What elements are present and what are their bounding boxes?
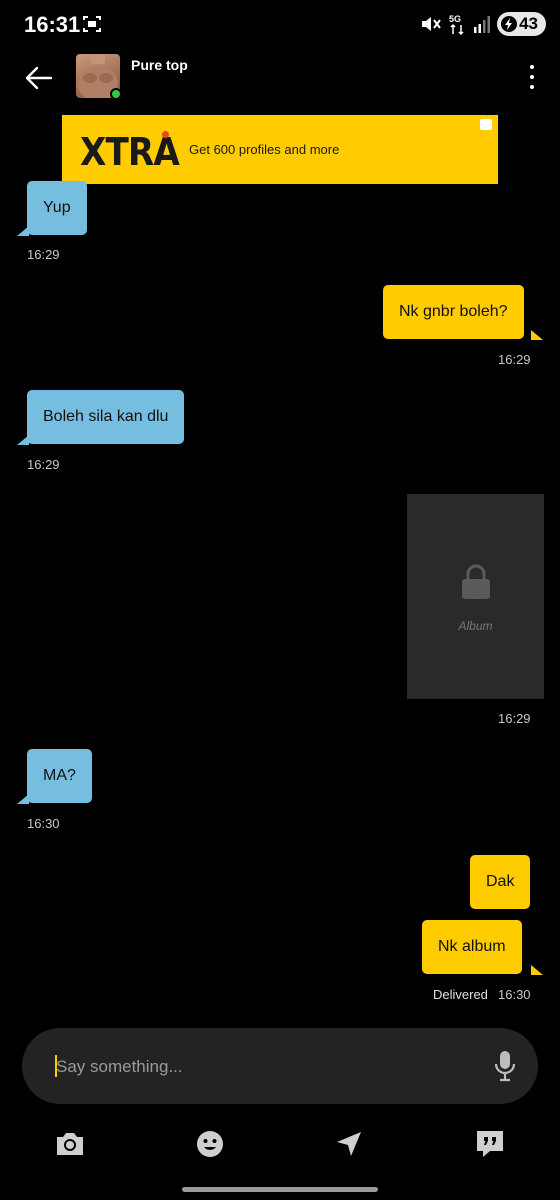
bubble-tail xyxy=(17,226,29,236)
svg-text:5G: 5G xyxy=(449,14,461,24)
saved-phrases-icon[interactable] xyxy=(473,1127,507,1161)
emoji-icon[interactable] xyxy=(193,1127,227,1161)
xtra-ad-banner[interactable]: XTRA Get 600 profiles and more xyxy=(62,115,498,184)
album-label: Album xyxy=(458,619,493,633)
ad-text: Get 600 profiles and more xyxy=(189,142,340,157)
message-text: Boleh sila kan dlu xyxy=(43,408,169,425)
message-timestamp: 16:30 xyxy=(498,987,531,1002)
message-timestamp: 16:29 xyxy=(27,457,60,472)
message-timestamp: 16:29 xyxy=(27,247,60,262)
message-bubble-incoming[interactable]: MA? xyxy=(27,749,92,803)
online-indicator xyxy=(110,88,122,100)
status-icons: 5G 43 xyxy=(420,12,546,36)
delivery-status: Delivered xyxy=(433,987,488,1002)
camera-icon[interactable] xyxy=(53,1127,87,1161)
screen-capture-icon xyxy=(82,14,102,39)
status-bar: 16:31 5G 43 xyxy=(0,0,560,50)
message-timestamp: 16:29 xyxy=(498,352,531,367)
message-text: Yup xyxy=(43,199,71,216)
message-text: Nk album xyxy=(438,938,506,955)
bubble-tail xyxy=(531,965,543,975)
message-text: Dak xyxy=(486,873,515,890)
message-input[interactable]: Say something... xyxy=(56,1057,183,1077)
locked-album[interactable]: Album xyxy=(407,494,544,699)
message-timestamp: 16:29 xyxy=(498,711,531,726)
signal-icon xyxy=(474,16,491,33)
message-bubble-incoming[interactable]: Yup xyxy=(27,181,87,235)
message-timestamp: 16:30 xyxy=(27,816,60,831)
back-button[interactable] xyxy=(22,62,54,94)
more-options-button[interactable] xyxy=(526,62,538,92)
mute-icon xyxy=(422,17,441,31)
message-bubble-outgoing[interactable]: Dak xyxy=(470,855,531,909)
network-5g-icon: 5G xyxy=(449,14,464,35)
location-icon[interactable] xyxy=(332,1127,366,1161)
battery-indicator: 43 xyxy=(497,12,546,36)
status-time: 16:31 xyxy=(24,12,81,37)
bubble-tail xyxy=(17,794,29,804)
navigation-handle[interactable] xyxy=(182,1187,378,1192)
message-text: MA? xyxy=(43,767,76,784)
more-vert-icon xyxy=(530,65,534,69)
logo-dot xyxy=(162,131,169,138)
back-arrow-icon xyxy=(25,66,53,90)
chat-header: Pure top xyxy=(0,52,560,104)
message-bubble-outgoing[interactable]: Nk album xyxy=(422,920,522,974)
charging-icon xyxy=(501,16,518,32)
battery-level: 43 xyxy=(519,14,538,33)
message-input-bar[interactable]: Say something... xyxy=(22,1028,538,1104)
message-bubble-incoming[interactable]: Boleh sila kan dlu xyxy=(27,390,185,444)
bubble-tail xyxy=(17,435,29,445)
microphone-icon[interactable] xyxy=(494,1050,516,1087)
contact-name[interactable]: Pure top xyxy=(131,57,188,73)
lock-icon xyxy=(460,564,492,605)
bubble-tail xyxy=(531,330,543,340)
message-bubble-outgoing[interactable]: Nk gnbr boleh? xyxy=(383,285,524,339)
message-text: Nk gnbr boleh? xyxy=(399,303,508,320)
ad-badge-icon xyxy=(480,119,492,130)
